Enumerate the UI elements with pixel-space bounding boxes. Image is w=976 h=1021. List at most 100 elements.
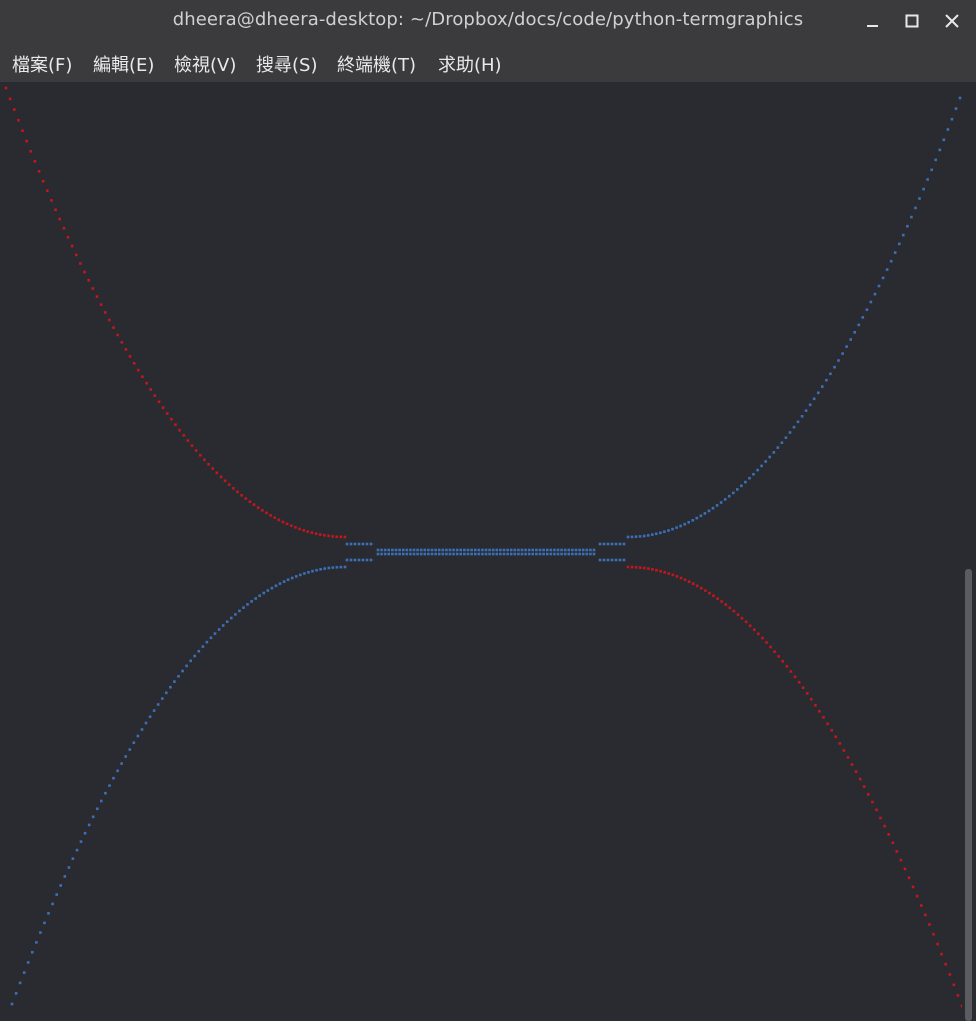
blue-neck-dot [427, 548, 430, 552]
menu-help[interactable]: 求助(H) [436, 49, 504, 79]
blue-curve-dot [217, 628, 221, 631]
red-curve-dot [265, 511, 268, 515]
red-curve-dot [761, 636, 764, 640]
blue-curve-dot [299, 573, 302, 577]
red-curve-dot [862, 785, 866, 788]
blue-curve-dot [132, 741, 136, 744]
red-curve-dot [854, 770, 858, 773]
blue-neck-dot [531, 552, 535, 556]
blue-curve-dot [756, 468, 759, 472]
blue-neck-dot [578, 552, 581, 556]
red-curve-dot [21, 129, 24, 132]
red-curve-dot [327, 534, 330, 538]
blue-curve-dot [39, 931, 42, 934]
blue-neck-dot [585, 552, 589, 556]
minimize-button[interactable] [858, 6, 888, 36]
menu-view[interactable]: 檢視(V) [172, 49, 238, 79]
red-curve-dot [211, 467, 214, 470]
blue-neck-dot [517, 548, 520, 552]
red-curve-dot [757, 632, 760, 636]
red-curve-dot [174, 423, 177, 426]
red-curve-dot [112, 326, 115, 329]
blue-neck-dot [357, 558, 361, 562]
blue-neck-dot [357, 542, 361, 546]
menu-edit[interactable]: 編輯(E) [91, 49, 156, 79]
blue-curve-dot [108, 784, 111, 787]
red-curve-dot [339, 535, 343, 539]
menu-search[interactable]: 搜尋(S) [254, 49, 319, 79]
red-curve-dot [215, 471, 219, 475]
red-curve-dot [777, 655, 780, 658]
blue-curve-dot [327, 566, 331, 570]
scrollbar-thumb[interactable] [965, 569, 972, 1021]
blue-neck-dot [353, 542, 357, 546]
blue-curve-dot [165, 691, 168, 695]
blue-neck-dot [459, 552, 463, 556]
red-curve-dot [826, 722, 829, 726]
blue-neck-dot [553, 552, 556, 556]
blue-neck-dot [398, 552, 401, 556]
red-curve-dot [236, 490, 239, 494]
red-curve-dot [871, 800, 874, 804]
blue-curve-dot [950, 117, 954, 121]
blue-curve-dot [254, 597, 257, 600]
blue-curve-dot [79, 840, 83, 843]
blue-neck-dot [452, 548, 455, 552]
red-curve-dot [207, 463, 210, 466]
blue-neck-dot [578, 548, 581, 552]
blue-neck-dot [380, 548, 383, 552]
red-curve-dot [712, 594, 715, 598]
blue-neck-dot [466, 548, 470, 552]
blue-curve-dot [185, 664, 188, 668]
red-curve-dot [182, 434, 186, 437]
blue-curve-dot [152, 709, 156, 712]
blue-neck-dot [387, 548, 391, 552]
red-curve-dot [899, 858, 903, 862]
blue-neck-dot [349, 542, 353, 546]
red-curve-dot [785, 665, 789, 668]
blue-curve-dot [197, 649, 201, 653]
blue-neck-dot [488, 552, 491, 556]
blue-curve-dot [242, 606, 245, 609]
red-curve-dot [178, 428, 181, 432]
blue-neck-dot [535, 548, 538, 552]
blue-curve-dot [873, 292, 877, 296]
blue-curve-dot [112, 776, 115, 780]
close-button[interactable] [937, 6, 967, 36]
blue-neck-dot [361, 542, 365, 546]
blue-neck-dot [419, 548, 423, 552]
blue-neck-dot [448, 552, 452, 556]
red-curve-dot [79, 262, 82, 265]
blue-curve-dot [671, 527, 674, 531]
red-curve-dot [838, 742, 842, 745]
maximize-button[interactable] [897, 6, 927, 36]
red-curve-dot [907, 876, 911, 880]
blue-neck-dot [473, 552, 477, 556]
red-curve-dot [704, 589, 707, 592]
red-curve-dot [298, 527, 301, 531]
blue-curve-dot [31, 951, 34, 954]
blue-curve-dot [687, 521, 690, 524]
blue-neck-dot [484, 552, 488, 556]
blue-curve-dot [55, 893, 58, 896]
blue-neck-dot [567, 552, 571, 556]
blue-curve-dot [14, 992, 18, 995]
blue-neck-dot [606, 542, 610, 546]
blue-curve-dot [120, 762, 123, 765]
menu-file[interactable]: 檔案(F) [10, 49, 74, 79]
blue-neck-dot [538, 552, 542, 556]
blue-neck-dot [556, 548, 560, 552]
blue-curve-dot [942, 138, 946, 142]
blue-curve-dot [96, 807, 99, 811]
blue-neck-dot [567, 548, 571, 552]
blue-curve-dot [837, 359, 840, 362]
blue-neck-dot [549, 552, 553, 556]
red-curve-dot [50, 199, 53, 202]
menu-terminal[interactable]: 終端機(T) [335, 49, 418, 79]
red-curve-dot [773, 650, 776, 653]
blue-curve-dot [303, 572, 306, 575]
blue-curve-dot [736, 488, 739, 491]
red-curve-dot [716, 597, 719, 600]
blue-neck-dot [520, 552, 524, 556]
title-bar[interactable]: dheera@dheera-desktop: ~/Dropbox/docs/co… [0, 0, 976, 42]
